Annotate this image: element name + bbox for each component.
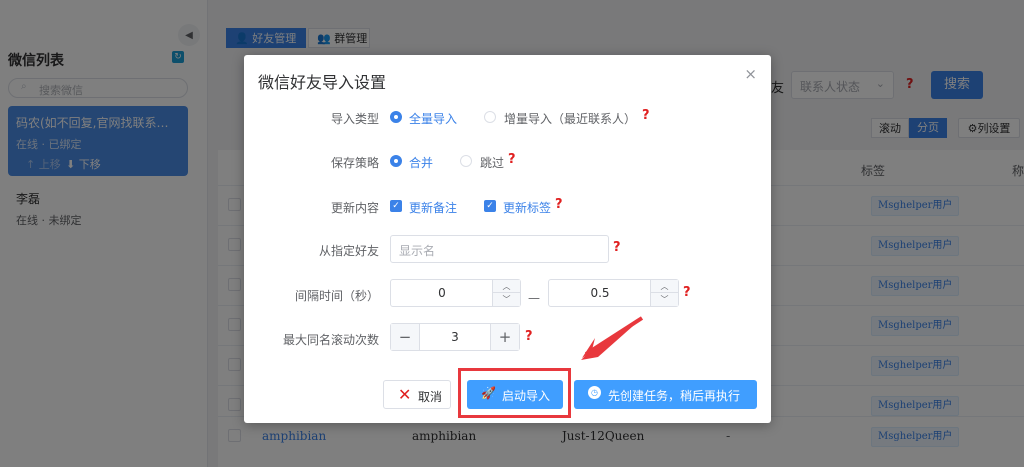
arrow-shaft [584, 316, 644, 356]
annotation-arrow-icon [581, 316, 644, 360]
